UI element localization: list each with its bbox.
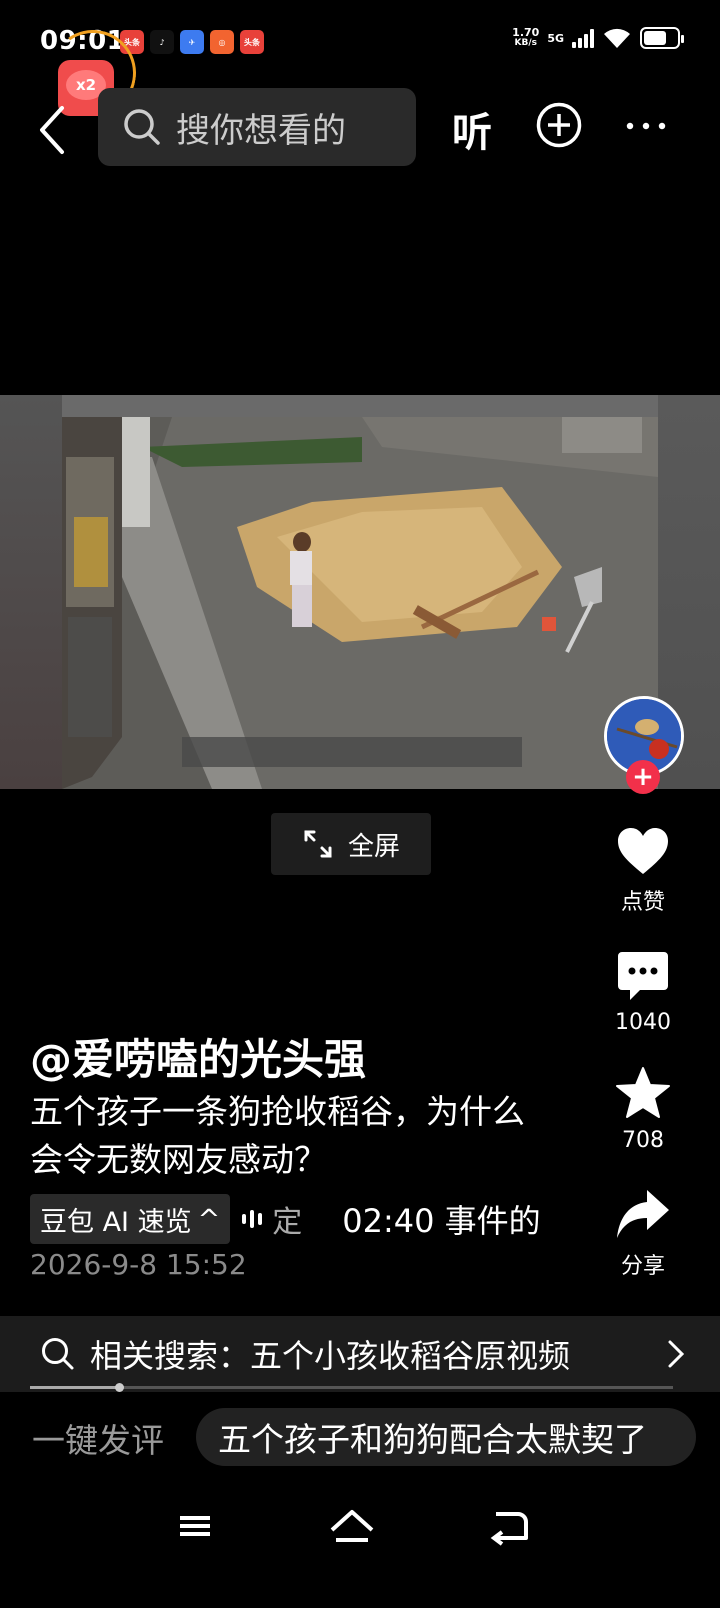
- network-speed: 1.70 KB/s: [512, 27, 539, 49]
- share-icon: [617, 1190, 669, 1238]
- post-title: 五个孩子一条狗抢收稻谷，为什么会令无数网友感动？: [30, 1092, 525, 1179]
- like-button[interactable]: 点赞: [600, 826, 686, 916]
- fullscreen-icon: [304, 830, 332, 858]
- video-blur-top: [62, 395, 658, 417]
- audio-wave-icon: [242, 1210, 263, 1228]
- back-icon[interactable]: [478, 1506, 538, 1556]
- ai-summary-label: 豆包 AI 速览: [40, 1206, 192, 1238]
- search-icon: [42, 1338, 74, 1370]
- author-name[interactable]: @爱唠嗑的光头强: [30, 1026, 366, 1087]
- video-progress-handle[interactable]: [115, 1383, 125, 1392]
- star-icon: [616, 1067, 670, 1118]
- app-notification-icon: 头条: [240, 30, 264, 54]
- back-button[interactable]: [30, 100, 74, 160]
- video-progress-bar[interactable]: [30, 1383, 673, 1392]
- share-label: 分享: [620, 1254, 665, 1279]
- more-icon[interactable]: [624, 110, 668, 140]
- heart-icon: [618, 828, 668, 874]
- search-icon: [124, 109, 160, 145]
- favorite-button[interactable]: 708: [600, 1066, 686, 1153]
- status-indicators: 1.70 KB/s 5G: [512, 26, 684, 50]
- app-notification-icon: ◎: [210, 30, 234, 54]
- battery-icon: [640, 27, 684, 49]
- network-speed-unit: KB/s: [514, 38, 537, 48]
- comment-button[interactable]: 1040: [600, 950, 686, 1035]
- app-notification-icon: ♪: [150, 30, 174, 54]
- quick-comment-label[interactable]: 一键发评: [32, 1414, 164, 1462]
- comment-count: 1040: [615, 1010, 671, 1035]
- ai-summary-timestamp[interactable]: 02:40 事件的: [342, 1196, 540, 1242]
- ai-summary-button[interactable]: 豆包 AI 速览 ^: [30, 1194, 231, 1244]
- notification-icons: 头条 ♪ ✈ ◎ 头条: [120, 30, 264, 54]
- video-progress-fill: [30, 1386, 121, 1389]
- menu-icon[interactable]: [166, 1506, 226, 1556]
- wifi-icon: [604, 28, 630, 48]
- chevron-up-icon: ^: [197, 1203, 221, 1235]
- add-button[interactable]: [536, 102, 582, 148]
- fullscreen-label: 全屏: [347, 831, 400, 862]
- network-type-label: 5G: [547, 31, 564, 45]
- home-icon[interactable]: [322, 1506, 382, 1556]
- ai-summary-snippet: 定: [272, 1205, 303, 1240]
- video-blur-left: [0, 395, 62, 789]
- listen-button[interactable]: 听: [452, 100, 492, 158]
- share-button[interactable]: 分享: [600, 1188, 686, 1280]
- follow-button[interactable]: +: [626, 760, 660, 794]
- signal-icon: [572, 28, 594, 48]
- video-frame: [62, 417, 658, 789]
- comment-icon: [618, 952, 668, 1000]
- network-speed-value: 1.70: [512, 26, 540, 39]
- chevron-right-icon: [668, 1340, 685, 1368]
- favorite-count: 708: [622, 1128, 664, 1153]
- ai-summary-row: 豆包 AI 速览 ^ 定 02:40 事件的: [30, 1194, 550, 1244]
- fullscreen-button[interactable]: 全屏: [271, 813, 431, 875]
- like-label: 点赞: [620, 890, 665, 915]
- post-date: 2026-9-8 15:52: [30, 1248, 247, 1281]
- suggested-comment-chip[interactable]: 五个孩子和狗狗配合太默契了: [196, 1408, 696, 1466]
- network-type: 5G: [547, 33, 564, 44]
- app-notification-icon: ✈: [180, 30, 204, 54]
- related-search-text: 相关搜索：五个小孩收稻谷原视频: [90, 1337, 571, 1375]
- related-search-bar[interactable]: 相关搜索：五个小孩收稻谷原视频: [0, 1316, 720, 1392]
- search-placeholder: 搜你想看的: [176, 110, 346, 151]
- search-input[interactable]: 搜你想看的: [98, 88, 416, 166]
